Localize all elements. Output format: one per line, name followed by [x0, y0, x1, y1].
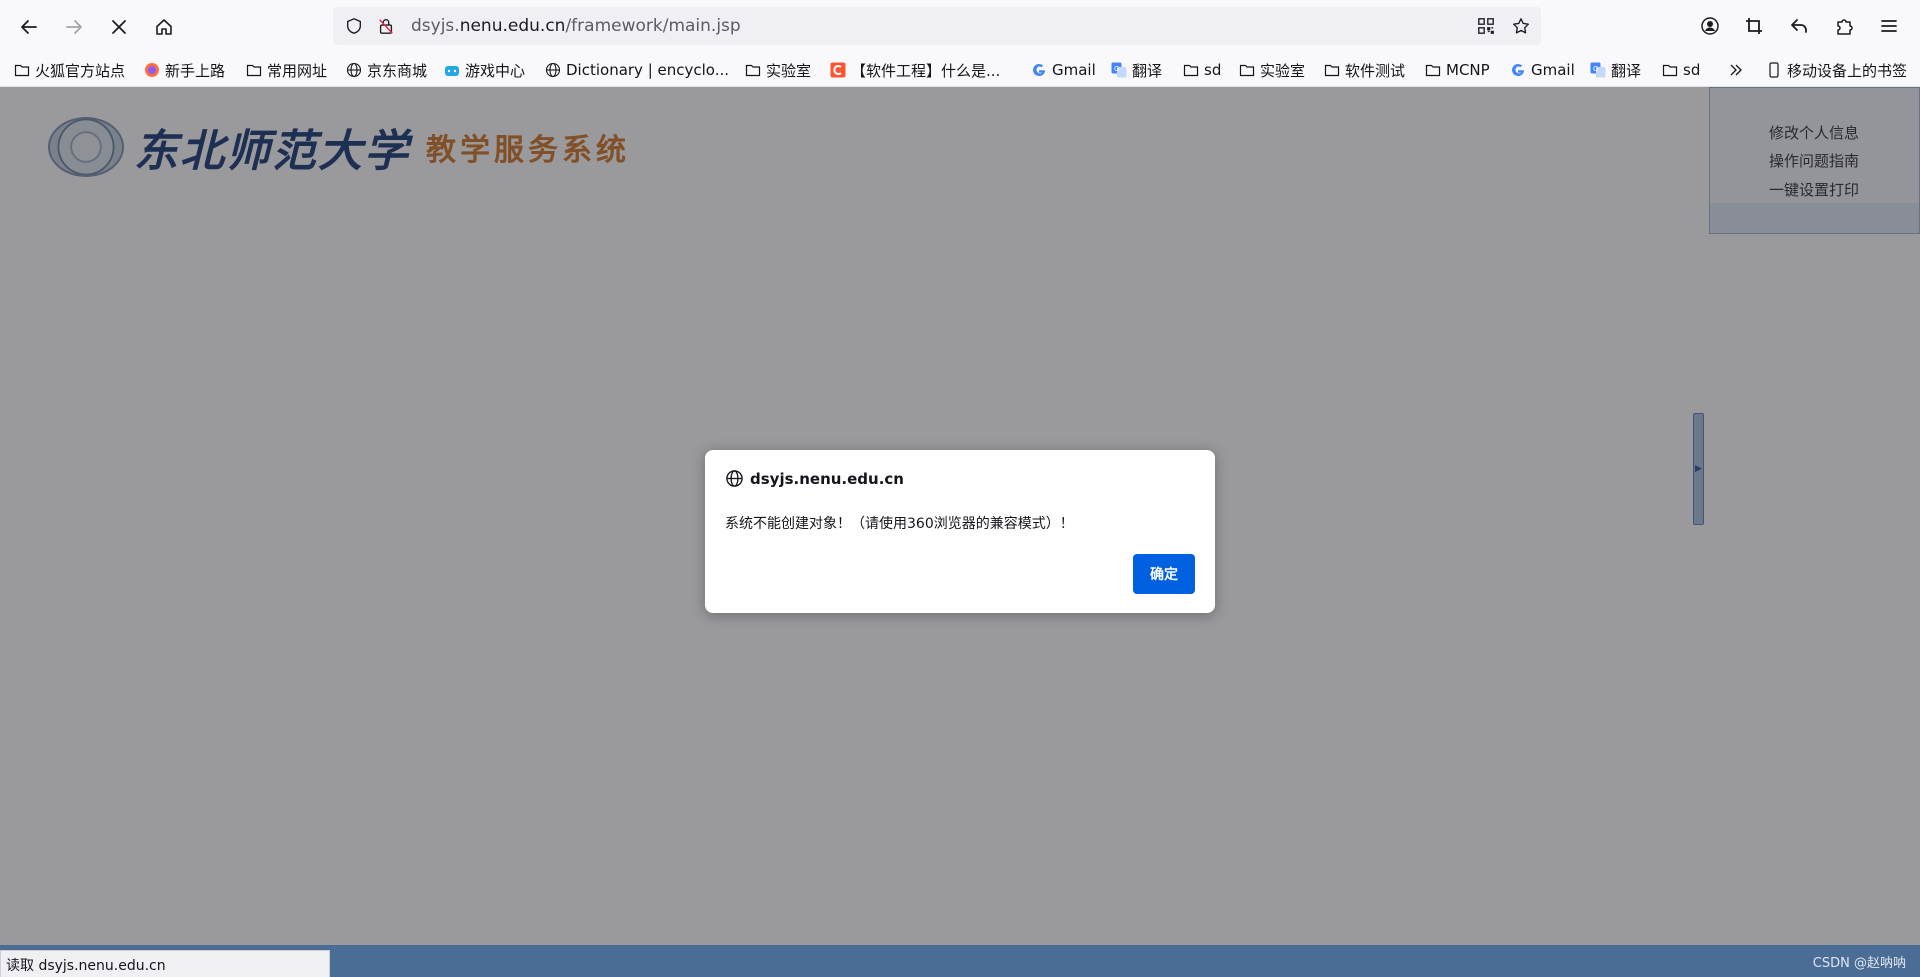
bookmark-item[interactable]: 新手上路: [144, 58, 225, 82]
bookmarks-overflow-button[interactable]: [1728, 58, 1749, 82]
globe-icon: [726, 470, 743, 487]
folder-icon: [246, 62, 262, 78]
csdn-icon: [830, 62, 846, 78]
mobile-device-icon: [1766, 62, 1782, 78]
bookmark-item[interactable]: 游戏中心: [444, 58, 525, 82]
hamburger-menu-icon: [1881, 20, 1897, 32]
forward-arrow-icon: [66, 20, 82, 34]
navigation-toolbar: dsyjs.nenu.edu.cn/framework/main.jsp: [0, 0, 1920, 52]
home-icon: [156, 19, 172, 35]
bookmark-item[interactable]: 软件测试: [1324, 58, 1405, 82]
folder-icon: [1324, 62, 1340, 78]
globe-icon: [545, 62, 561, 78]
puzzle-icon: [1837, 19, 1853, 35]
dialog-message: 系统不能创建对象！（请使用360浏览器的兼容模式）！: [725, 516, 1074, 532]
bookmark-item[interactable]: 实验室: [745, 58, 811, 82]
address-bar[interactable]: dsyjs.nenu.edu.cn/framework/main.jsp: [333, 7, 1541, 45]
shield-icon[interactable]: [344, 16, 364, 36]
svg-text:G: G: [1593, 65, 1598, 73]
folder-icon: [1662, 62, 1678, 78]
bookmarks-toolbar: 火狐官方站点 新手上路 常用网址 京东商城 游戏中心 Dictionary | …: [0, 52, 1920, 87]
folder-icon: [745, 62, 761, 78]
screenshot-button[interactable]: [1737, 9, 1771, 43]
bookmark-item[interactable]: sd: [1662, 58, 1700, 82]
bookmark-item[interactable]: 京东商城: [346, 58, 427, 82]
bookmark-item[interactable]: 【软件工程】什么是...: [830, 58, 1000, 82]
bookmark-item[interactable]: 火狐官方站点: [14, 58, 125, 82]
bookmark-item[interactable]: 实验室: [1239, 58, 1305, 82]
browser-status-text: 读取 dsyjs.nenu.edu.cn: [0, 950, 330, 977]
account-icon: [1701, 17, 1719, 35]
bookmark-item[interactable]: 常用网址: [246, 58, 327, 82]
translate-icon: G: [1111, 62, 1127, 78]
bookmark-item[interactable]: Gmail: [1031, 58, 1096, 82]
star-bookmark-icon[interactable]: [1511, 16, 1531, 36]
folder-icon: [1183, 62, 1199, 78]
bookmark-item[interactable]: G 翻译: [1111, 58, 1162, 82]
bookmark-item[interactable]: Gmail: [1510, 58, 1575, 82]
home-button[interactable]: [147, 10, 181, 44]
bookmark-item[interactable]: MCNP: [1425, 58, 1490, 82]
menu-button[interactable]: [1872, 9, 1906, 43]
qr-code-icon[interactable]: [1476, 16, 1496, 36]
bookmark-item[interactable]: Dictionary | encyclo...: [545, 58, 729, 82]
dialog-origin: dsyjs.nenu.edu.cn: [725, 469, 904, 488]
mobile-bookmarks[interactable]: 移动设备上的书签: [1766, 58, 1907, 82]
ok-button[interactable]: 确定: [1133, 554, 1195, 594]
folder-icon: [1425, 62, 1441, 78]
undo-icon: [1791, 19, 1807, 33]
account-button[interactable]: [1693, 9, 1727, 43]
folder-icon: [14, 62, 30, 78]
url-text[interactable]: dsyjs.nenu.edu.cn/framework/main.jsp: [411, 16, 741, 36]
undo-button[interactable]: [1782, 9, 1816, 43]
forward-button[interactable]: [57, 10, 91, 44]
chevron-double-right-icon: [1728, 62, 1744, 78]
globe-icon: [346, 62, 362, 78]
extensions-button[interactable]: [1827, 9, 1861, 43]
google-icon: [1510, 62, 1526, 78]
svg-text:G: G: [1114, 65, 1119, 73]
game-icon: [444, 62, 460, 78]
firefox-icon: [144, 62, 160, 78]
back-button[interactable]: [12, 10, 46, 44]
insecure-lock-icon[interactable]: [376, 16, 396, 36]
alert-dialog: dsyjs.nenu.edu.cn 系统不能创建对象！（请使用360浏览器的兼容…: [705, 450, 1215, 613]
stop-loading-button[interactable]: [102, 10, 136, 44]
google-icon: [1031, 62, 1047, 78]
close-icon: [112, 20, 126, 34]
watermark: CSDN @赵呐呐: [1812, 956, 1906, 971]
back-arrow-icon: [21, 20, 37, 34]
crop-icon: [1746, 18, 1762, 34]
translate-icon: G: [1590, 62, 1606, 78]
bookmark-item[interactable]: G 翻译: [1590, 58, 1641, 82]
bookmark-item[interactable]: sd: [1183, 58, 1221, 82]
folder-icon: [1239, 62, 1255, 78]
